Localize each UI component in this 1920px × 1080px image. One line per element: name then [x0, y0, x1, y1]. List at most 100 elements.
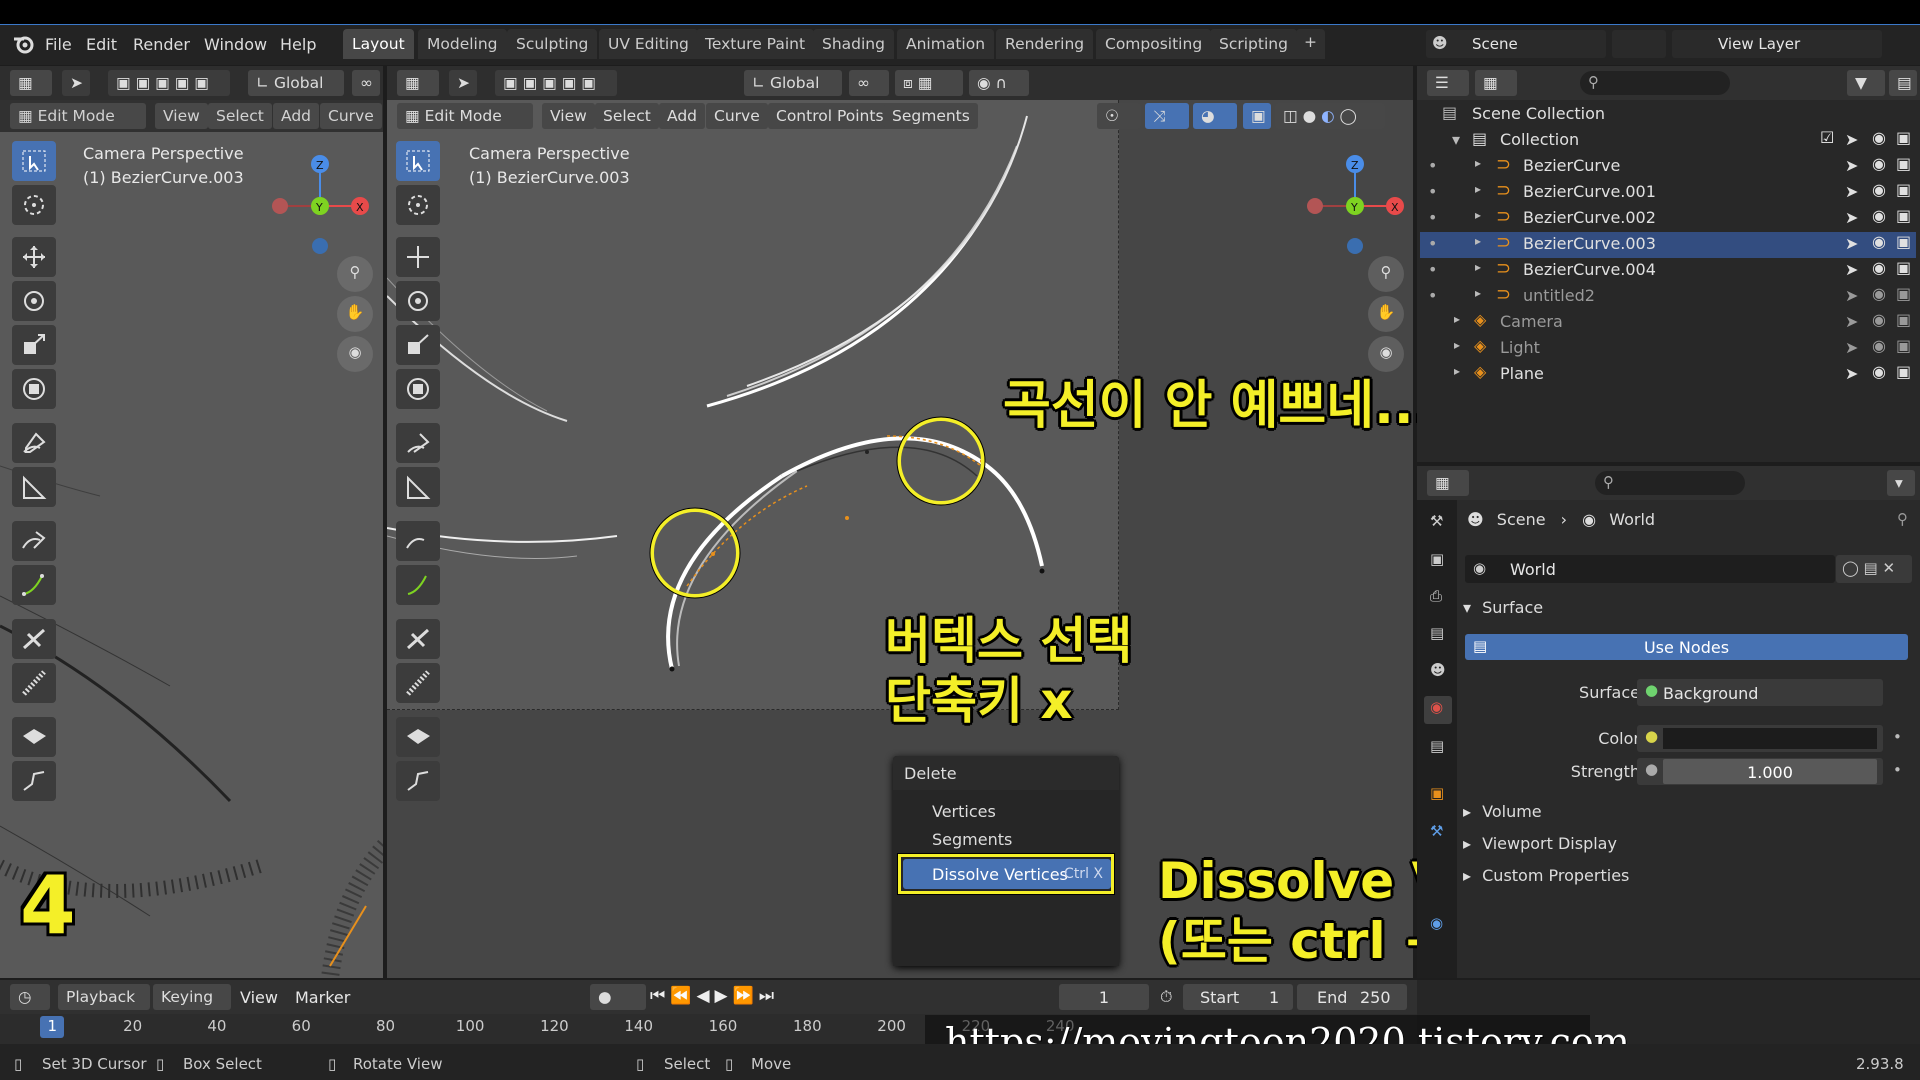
color-field[interactable]: ● — [1637, 725, 1883, 752]
annotate-tool-icon[interactable] — [12, 423, 56, 463]
render-camera-icon[interactable]: ▣ — [1896, 310, 1911, 329]
editor-type-button[interactable]: ▦ — [10, 70, 52, 96]
render-camera-icon[interactable]: ▣ — [1896, 336, 1911, 355]
shading-modes[interactable]: ◫ ● ◐ ◯ — [1275, 103, 1385, 129]
eye-icon[interactable]: ◉ — [1872, 206, 1886, 225]
pin-icon[interactable]: ⚲ — [1897, 510, 1908, 528]
tab-rendering[interactable]: Rendering — [996, 29, 1094, 59]
blender-logo-icon[interactable] — [12, 33, 34, 55]
auto-keying-record-icon[interactable]: ● — [590, 984, 646, 1010]
collection-select-icon[interactable]: ➤ — [1845, 130, 1858, 149]
outliner-collection[interactable]: ▾ ▤ Collection ☑ ➤ ◉ ▣ — [1420, 128, 1916, 154]
main-menu-control-points[interactable]: Control Points — [768, 103, 892, 129]
tab-modeling[interactable]: Modeling — [418, 29, 507, 59]
select-arrow-icon[interactable]: ➤ — [1845, 286, 1858, 305]
outliner-display-mode-icon[interactable]: ▦ — [1475, 70, 1517, 96]
outliner-search-input[interactable]: ⚲ — [1580, 71, 1730, 95]
randomize-tool-icon[interactable] — [12, 761, 56, 801]
tab-texture-paint[interactable]: Texture Paint — [696, 29, 815, 59]
main-tilt-tool-icon[interactable] — [396, 619, 440, 659]
select-box-tool-icon[interactable] — [12, 141, 56, 181]
collection-checkbox-icon[interactable]: ☑ — [1820, 128, 1834, 147]
select-arrow-icon[interactable]: ➤ — [1845, 208, 1858, 227]
main-navigation-gizmo[interactable]: Z Y X — [1305, 146, 1410, 256]
expand-chevron-icon[interactable]: ▸ — [1454, 338, 1460, 352]
eye-icon[interactable]: ◉ — [1872, 154, 1886, 173]
render-properties-tab-icon[interactable]: ▣ — [1424, 548, 1452, 576]
collection-render-icon[interactable]: ▣ — [1896, 128, 1911, 147]
outliner-new-collection-icon[interactable]: ▤ — [1889, 70, 1917, 96]
tool-properties-tab-icon[interactable]: ⚒ — [1424, 510, 1452, 538]
properties-options-icon[interactable]: ▾ — [1887, 470, 1915, 496]
draw-tool-icon[interactable] — [12, 521, 56, 561]
main-pan-hand-icon[interactable]: ✋ — [1368, 296, 1404, 332]
outliner-scene-collection[interactable]: ▤ Scene Collection — [1420, 102, 1916, 128]
main-cursor-tool-icon[interactable] — [396, 185, 440, 225]
timeline-menu-playback[interactable]: Playback — [58, 984, 150, 1010]
expand-chevron-icon[interactable]: ▸ — [1475, 182, 1481, 196]
view-layer-selector[interactable]: View Layer — [1672, 30, 1882, 58]
world-datablock-actions[interactable]: ◯ ▤ ✕ — [1836, 555, 1912, 583]
main-radius-tool-icon[interactable] — [396, 663, 440, 703]
measure-tool-icon[interactable] — [12, 467, 56, 507]
main-scale-tool-icon[interactable] — [396, 325, 440, 365]
surface-section-header[interactable]: ▾ Surface — [1463, 598, 1543, 617]
outliner-editor-type-icon[interactable]: ☰ — [1427, 70, 1469, 96]
left-pan-hand-icon[interactable]: ✋ — [337, 296, 373, 332]
outliner-outer-item[interactable]: ▸ ◈ Plane ➤ ◉ ▣ — [1420, 362, 1916, 388]
playback-controls[interactable]: ⏮⏪◀▶⏩⏭ — [650, 986, 779, 1006]
left-navigation-gizmo[interactable]: Z Y X — [270, 146, 375, 256]
properties-search-input[interactable]: ⚲ — [1595, 471, 1745, 495]
end-frame-field[interactable]: End 250 — [1297, 984, 1407, 1010]
main-mode-dropdown[interactable]: ▦ Edit Mode — [397, 103, 533, 129]
scene-copy-button[interactable] — [1612, 30, 1666, 58]
start-frame-field[interactable]: Start 1 — [1183, 984, 1293, 1010]
timeline-menu-marker[interactable]: Marker — [295, 988, 350, 1007]
main-randomize-tool-icon[interactable] — [396, 761, 440, 801]
select-arrow-icon[interactable]: ➤ — [1845, 364, 1858, 383]
main-menu-segments[interactable]: Segments — [884, 103, 978, 129]
pivot-point-icon[interactable]: ∞ — [849, 70, 889, 96]
use-nodes-button[interactable]: ▤ Use Nodes — [1465, 634, 1908, 660]
main-zoom-icon[interactable]: ⚲ — [1368, 256, 1404, 292]
volume-section-header[interactable]: ▸ Volume — [1463, 802, 1542, 821]
left-menu-view[interactable]: View — [155, 103, 208, 129]
main-menu-select[interactable]: Select — [595, 103, 659, 129]
main-extrude-tool-icon[interactable] — [396, 717, 440, 757]
select-arrow-icon[interactable]: ➤ — [1845, 260, 1858, 279]
stopwatch-icon[interactable]: ⏱ — [1160, 987, 1172, 1007]
scale-tool-icon[interactable] — [12, 325, 56, 365]
render-camera-icon[interactable]: ▣ — [1896, 154, 1911, 173]
eye-icon[interactable]: ◉ — [1872, 232, 1886, 251]
tab-compositing[interactable]: Compositing — [1096, 29, 1212, 59]
left-camera-view-icon[interactable]: ◉ — [337, 336, 373, 372]
strength-keyframe-icon[interactable]: • — [1893, 761, 1902, 779]
eye-icon[interactable]: ◉ — [1872, 180, 1886, 199]
timeline-menu-keying[interactable]: Keying — [153, 984, 231, 1010]
tab-animation[interactable]: Animation — [897, 29, 995, 59]
modifier-properties-tab-icon[interactable]: ⚒ — [1424, 820, 1452, 848]
main-select-mode-button[interactable]: ➤ — [449, 70, 477, 96]
expand-chevron-icon[interactable]: ▸ — [1454, 364, 1460, 378]
delete-segments-item[interactable]: Segments — [932, 830, 1012, 849]
outliner-item[interactable]: • ▸ ⊃ BezierCurve ➤ ◉ ▣ — [1420, 154, 1916, 180]
main-camera-view-icon[interactable]: ◉ — [1368, 336, 1404, 372]
collection-properties-tab-icon[interactable]: ▤ — [1424, 735, 1452, 763]
current-frame-field[interactable]: 1 — [1059, 984, 1149, 1010]
left-menu-add[interactable]: Add — [273, 103, 320, 129]
outliner-filter-icon[interactable]: ▼ — [1847, 70, 1885, 96]
gizmo-toggle-icon[interactable]: ⤨ — [1145, 103, 1189, 129]
tab-shading[interactable]: Shading — [813, 29, 894, 59]
left-mode-dropdown[interactable]: ▦ Edit Mode — [10, 103, 146, 129]
menu-window[interactable]: Window — [204, 35, 267, 54]
expand-chevron-icon[interactable]: ▸ — [1475, 286, 1481, 300]
pen-tool-icon[interactable] — [12, 565, 56, 605]
menu-help[interactable]: Help — [280, 35, 316, 54]
transform-tool-icon[interactable] — [12, 369, 56, 409]
collection-eye-icon[interactable]: ◉ — [1872, 128, 1886, 147]
viewport-display-section-header[interactable]: ▸ Viewport Display — [1463, 834, 1617, 853]
select-arrow-icon[interactable]: ➤ — [1845, 312, 1858, 331]
tab-layout[interactable]: Layout — [343, 29, 414, 59]
visibility-icon[interactable]: ☉ — [1097, 103, 1141, 129]
cursor-tool-icon[interactable] — [12, 185, 56, 225]
